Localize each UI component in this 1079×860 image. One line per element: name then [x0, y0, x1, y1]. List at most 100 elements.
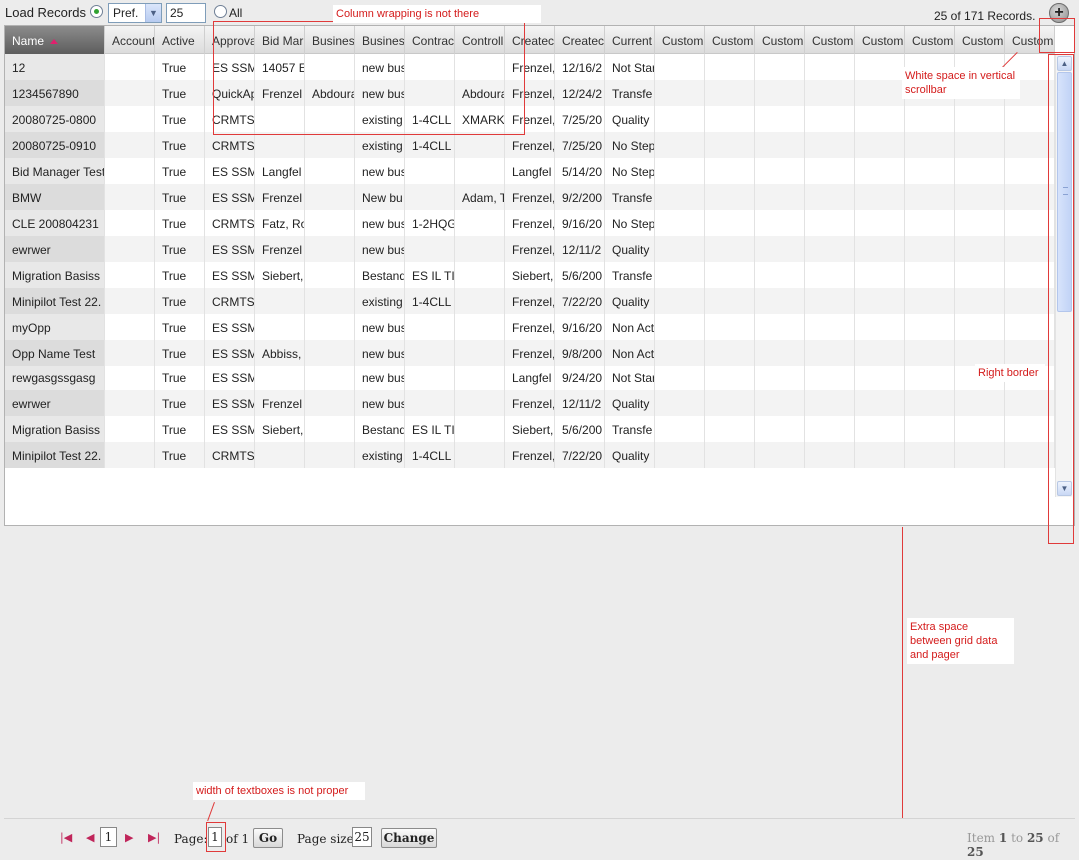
table-row[interactable]: Minipilot Test 22. True CRMTS existing 1-4CL…	[5, 442, 1055, 468]
table-row[interactable]: ewrwer True ES SSM Frenzel new bus Frenzel, 12…	[5, 390, 1055, 416]
table-cell	[955, 184, 1005, 210]
table-cell: 5/14/20	[555, 158, 605, 184]
table-cell	[705, 210, 755, 236]
table-cell: Quality	[605, 236, 655, 262]
table-cell: Bestand	[355, 416, 405, 442]
record-count-input[interactable]: 25	[166, 3, 206, 23]
table-row[interactable]: BMW True ES SSM Frenzel New bu Adam, T Frenzel…	[5, 184, 1055, 210]
table-row[interactable]: 20080725-0910 True CRMTS existing 1-4CLL Fren…	[5, 132, 1055, 158]
pref-select[interactable]: Pref. ▼	[108, 3, 162, 23]
data-grid: Name Account Active Approva Bid Mar Busines Bu…	[4, 25, 1075, 526]
table-cell	[755, 288, 805, 314]
table-cell	[755, 158, 805, 184]
current-page-box[interactable]: 1	[100, 827, 117, 847]
annotation-box-scroll-top	[1039, 18, 1075, 53]
annotation-right-border: Right border	[975, 364, 1045, 382]
column-header[interactable]: Custom	[955, 26, 1005, 54]
table-row[interactable]: 12 True ES SSM 14057 Enew bus Frenzel, 12/16/…	[5, 54, 1055, 80]
table-cell: 1-4CLL	[405, 132, 455, 158]
last-page-icon[interactable]: ▶|	[148, 831, 160, 844]
column-header[interactable]: Custom	[655, 26, 705, 54]
table-cell	[905, 390, 955, 416]
table-row[interactable]: myOpp True ES SSM new bus Frenzel, 9/16/20 Non…	[5, 314, 1055, 340]
table-cell	[455, 390, 505, 416]
table-cell: True	[155, 442, 205, 468]
column-header[interactable]: Custom	[805, 26, 855, 54]
table-cell	[805, 366, 855, 390]
table-row[interactable]: Migration Basiss True ES SSM Siebert, Bestan…	[5, 262, 1055, 288]
table-row[interactable]: 1234567890 True QuickAp Frenzel Abdoura new b…	[5, 80, 1055, 106]
table-cell	[905, 288, 955, 314]
all-radio[interactable]	[214, 5, 227, 18]
column-header[interactable]: Custom	[855, 26, 905, 54]
table-cell	[805, 442, 855, 468]
table-cell	[805, 210, 855, 236]
table-cell: 9/2/200	[555, 184, 605, 210]
column-header-label: Current	[612, 34, 653, 48]
table-cell	[305, 210, 355, 236]
table-row[interactable]: 20080725-0800 True CRMTS existing 1-4CLL XMAR…	[5, 106, 1055, 132]
table-cell	[705, 262, 755, 288]
table-row[interactable]: Minipilot Test 22. True CRMTS existing 1-4CL…	[5, 288, 1055, 314]
table-row[interactable]: CLE 200804231 True CRMTS Fatz, Ro new bus 1-2…	[5, 210, 1055, 236]
first-page-icon[interactable]: |◀	[60, 831, 72, 844]
table-cell: CRMTS	[205, 288, 255, 314]
page-size-input[interactable]: 25	[352, 827, 372, 847]
table-cell	[705, 442, 755, 468]
table-cell	[105, 54, 155, 80]
table-cell	[105, 416, 155, 442]
column-header-label: Account	[112, 34, 155, 48]
table-row[interactable]: Migration Basiss True ES SSM Siebert, Bestan…	[5, 416, 1055, 442]
table-cell	[105, 210, 155, 236]
column-header[interactable]: Active	[155, 26, 205, 54]
pref-radio[interactable]	[90, 5, 103, 18]
table-cell	[455, 416, 505, 442]
table-cell: BMW	[5, 184, 105, 210]
table-row[interactable]: Bid Manager Test True ES SSM Langfel new bus…	[5, 158, 1055, 184]
column-header[interactable]: Account	[105, 26, 155, 54]
table-cell: Siebert,	[505, 416, 555, 442]
table-row[interactable]: rewgasgssgasg True ES SSM new bus Langfel 9/2…	[5, 366, 1055, 390]
table-cell: myOpp	[5, 314, 105, 340]
column-header[interactable]: Custom	[705, 26, 755, 54]
table-cell	[805, 390, 855, 416]
sort-ascending-icon[interactable]	[50, 39, 59, 44]
table-cell: 20080725-0910	[5, 132, 105, 158]
column-header[interactable]: Createc	[555, 26, 605, 54]
table-cell: 12/11/2	[555, 390, 605, 416]
table-cell	[955, 106, 1005, 132]
prev-page-icon[interactable]: ◀	[86, 831, 94, 844]
column-header[interactable]: Custom	[905, 26, 955, 54]
table-row[interactable]: Opp Name Test True ES SSM Abbiss, new bus Fre…	[5, 340, 1055, 366]
next-page-icon[interactable]: ▶	[125, 831, 133, 844]
table-cell: Frenzel,	[505, 340, 555, 366]
change-button[interactable]: Change	[381, 828, 437, 848]
table-cell: Frenzel,	[505, 288, 555, 314]
table-cell	[405, 366, 455, 390]
column-header[interactable]: Name	[5, 26, 105, 54]
chevron-down-icon[interactable]: ▼	[145, 4, 161, 22]
table-cell: Transfe	[605, 184, 655, 210]
table-cell	[755, 442, 805, 468]
column-header[interactable]: Custom	[755, 26, 805, 54]
table-cell	[655, 106, 705, 132]
table-cell	[305, 184, 355, 210]
table-cell	[255, 132, 305, 158]
table-cell: No Step	[605, 158, 655, 184]
table-cell	[455, 288, 505, 314]
table-cell: True	[155, 340, 205, 366]
table-cell	[955, 340, 1005, 366]
table-cell: 9/24/20	[555, 366, 605, 390]
annotation-box-textbox	[206, 822, 226, 852]
load-records-label: Load Records	[5, 5, 86, 20]
grid-body: 12 True ES SSM 14057 Enew bus Frenzel, 12/16/…	[5, 54, 1055, 468]
go-button[interactable]: Go	[253, 828, 283, 848]
table-cell: 1-2HQG	[405, 210, 455, 236]
table-cell: new bus	[355, 314, 405, 340]
table-cell: 1-4CLL	[405, 288, 455, 314]
column-header[interactable]: Current	[605, 26, 655, 54]
table-cell	[955, 158, 1005, 184]
table-cell: ES SSM	[205, 158, 255, 184]
table-cell	[705, 314, 755, 340]
table-row[interactable]: ewrwer True ES SSM Frenzel new bus Frenzel, 12…	[5, 236, 1055, 262]
